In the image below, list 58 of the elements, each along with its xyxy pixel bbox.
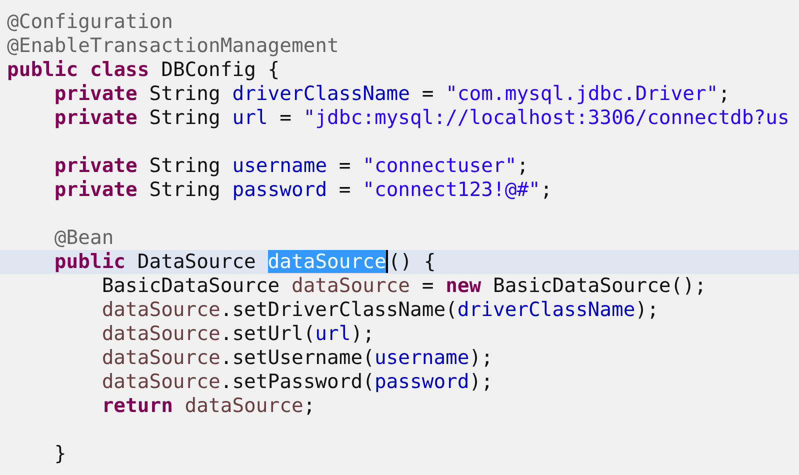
code-text: .setUrl( xyxy=(220,322,316,345)
code-text: .setPassword( xyxy=(220,370,374,393)
field-name: driverClassName xyxy=(457,298,636,321)
code-text: .setDriverClassName( xyxy=(220,298,458,321)
keyword: new xyxy=(446,274,482,297)
code-text: ); xyxy=(635,298,659,321)
code-text: = xyxy=(338,154,352,177)
code-text: DataSource xyxy=(136,250,257,273)
keyword: private xyxy=(54,106,138,129)
annotation: @EnableTransactionManagement xyxy=(7,34,339,57)
keyword: class xyxy=(90,58,150,81)
code-text: String xyxy=(148,154,222,177)
code-text: ); xyxy=(350,322,374,345)
field-name: username xyxy=(374,346,470,369)
code-text: ); xyxy=(469,370,493,393)
code-text: } xyxy=(54,442,66,465)
field-name: url xyxy=(232,106,268,129)
code-text: ; xyxy=(516,154,529,177)
code-text: BasicDataSource(); xyxy=(492,274,706,297)
code-text: ; xyxy=(303,394,316,417)
code-text: = xyxy=(278,106,292,129)
code-text: = xyxy=(420,274,435,297)
string-literal: "connectuser" xyxy=(362,154,517,177)
annotation: @Configuration xyxy=(7,10,173,33)
field-name: username xyxy=(232,154,328,177)
local-variable: dataSource xyxy=(102,298,220,321)
code-text: () { xyxy=(388,250,436,273)
field-name: password xyxy=(232,178,328,201)
string-literal: "jdbc:mysql://localhost:3306/connectdb?us xyxy=(303,106,790,129)
local-variable: dataSource xyxy=(102,322,220,345)
local-variable: dataSource xyxy=(184,394,304,417)
keyword: private xyxy=(54,154,138,177)
local-variable: dataSource xyxy=(102,370,220,393)
field-name: password xyxy=(374,370,470,393)
code-text: ; xyxy=(718,82,730,105)
local-variable: dataSource xyxy=(102,346,220,369)
code-text: ); xyxy=(469,346,493,369)
field-name: driverClassName xyxy=(232,82,410,105)
code-text: String xyxy=(148,106,222,129)
keyword: public xyxy=(54,250,126,273)
keyword: private xyxy=(54,178,138,201)
code-text: String xyxy=(148,178,222,201)
code-text: ; xyxy=(540,178,552,201)
string-literal: "connect123!@#" xyxy=(362,178,540,201)
local-variable: dataSource xyxy=(291,274,410,297)
code-text: BasicDataSource xyxy=(102,274,281,297)
code-text: DBConfig { xyxy=(160,58,280,81)
field-name: url xyxy=(315,322,351,345)
annotation: @Bean xyxy=(54,226,114,249)
keyword: public xyxy=(7,58,80,81)
selected-text: dataSource xyxy=(268,250,388,273)
code-text: = xyxy=(338,178,352,201)
code-text: String xyxy=(148,82,222,105)
code-text: = xyxy=(420,82,435,105)
keyword: private xyxy=(54,82,138,105)
keyword: return xyxy=(102,394,174,417)
code-text: .setUsername( xyxy=(220,346,374,369)
string-literal: "com.mysql.jdbc.Driver" xyxy=(446,82,718,105)
